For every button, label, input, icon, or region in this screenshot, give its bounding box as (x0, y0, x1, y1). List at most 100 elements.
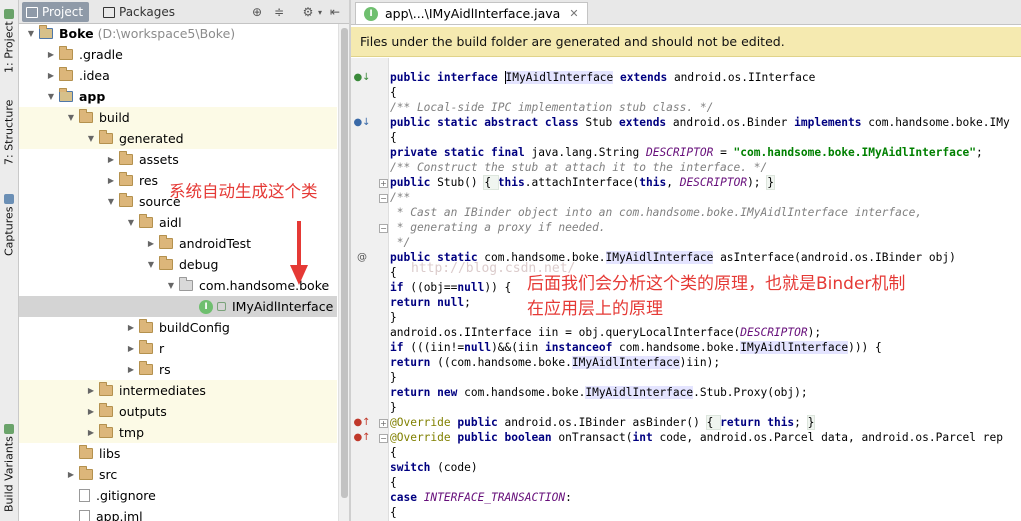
captures-tool-tab[interactable]: Captures (0, 190, 18, 260)
tree-item[interactable]: ▼ Boke (D:\workspace5\Boke) (19, 23, 337, 44)
chevron-right-icon[interactable]: ▶ (123, 338, 139, 359)
tree-item[interactable]: ▼ build (19, 107, 337, 128)
fold-toggle-icon[interactable]: + (379, 179, 388, 188)
tree-item[interactable]: ▶ r (19, 338, 337, 359)
chevron-right-icon[interactable]: ▶ (123, 317, 139, 338)
tab-packages[interactable]: Packages (99, 2, 181, 22)
folder-icon (59, 67, 73, 81)
chevron-right-icon[interactable]: ▶ (43, 65, 59, 86)
annotation-right: 后面我们会分析这个类的原理，也就是Binder机制 在应用层上的原理 (527, 272, 905, 322)
chevron-right-icon[interactable]: ▶ (143, 233, 159, 254)
tree-item[interactable]: ▶ buildConfig (19, 317, 337, 338)
code-line: * generating a proxy if needed. (390, 221, 606, 234)
chevron-right-icon[interactable]: ▶ (63, 464, 79, 485)
code-line: private static final java.lang.String DE… (390, 146, 983, 159)
tree-item-label: buildConfig (159, 320, 230, 335)
tree-item-label: .idea (79, 68, 110, 83)
tree-item-label: assets (139, 152, 179, 167)
tree-item[interactable]: ▶.gitignore (19, 485, 337, 506)
tab-project[interactable]: Project (22, 2, 90, 22)
folder-icon (79, 466, 93, 480)
code-line: return new com.handsome.boke.IMyAidlInte… (390, 386, 808, 399)
chevron-down-icon[interactable]: ▼ (123, 212, 139, 233)
code-line: * Cast an IBinder object into an com.han… (390, 206, 923, 219)
tree-item[interactable]: ▶ .gradle (19, 44, 337, 65)
code-line: if (((iin!=null)&&(iin instanceof com.ha… (390, 341, 882, 354)
tree-item[interactable]: ▶app.iml (19, 506, 337, 521)
folder-icon (159, 235, 173, 249)
chevron-right-icon[interactable]: ▶ (83, 380, 99, 401)
chevron-down-icon[interactable]: ▼ (163, 275, 179, 296)
chevron-down-icon[interactable]: ▼ (83, 128, 99, 149)
collapse-all-icon[interactable]: ≑ (270, 3, 288, 21)
chevron-down-icon[interactable]: ▼ (23, 23, 39, 44)
captures-tool-tab-label: Captures (2, 206, 16, 257)
tree-item[interactable]: ▶ src (19, 464, 337, 485)
lock-icon (217, 302, 226, 311)
tree-item[interactable]: ▶ tmp (19, 422, 337, 443)
override-marker-icon[interactable]: ●↑ (353, 431, 370, 443)
tree-item[interactable]: ▶libs (19, 443, 337, 464)
chevron-right-icon[interactable]: ▶ (83, 422, 99, 443)
code-line: public Stub() { this.attachInterface(thi… (390, 175, 775, 190)
tree-item[interactable]: ▼ app (19, 86, 337, 107)
tree-item[interactable]: ▶ intermediates (19, 380, 337, 401)
build-variants-tool-tab[interactable]: Build Variants (0, 420, 18, 516)
at-sign-icon[interactable]: @ (355, 251, 369, 263)
code-line: return null; (390, 296, 471, 309)
tree-item-label: rs (159, 362, 171, 377)
hide-panel-icon[interactable]: ⇤ (326, 3, 344, 21)
fold-toggle-icon[interactable]: − (379, 224, 388, 233)
chevron-down-icon[interactable]: ▼ (103, 191, 119, 212)
tree-item-label: outputs (119, 404, 167, 419)
editor-gutter: ●↓ ●↓ @ ●↑ ●↑ + − − + − (351, 58, 389, 521)
tree-item[interactable]: ▼ generated (19, 128, 337, 149)
code-line: { (390, 266, 397, 279)
implemented-marker-icon[interactable]: ●↓ (353, 71, 370, 83)
tree-item[interactable]: ▶ outputs (19, 401, 337, 422)
fold-toggle-icon[interactable]: + (379, 419, 388, 428)
tree-scrollbar[interactable] (338, 24, 349, 521)
chevron-right-icon[interactable]: ▶ (83, 401, 99, 422)
chevron-down-icon[interactable]: ▼ (143, 254, 159, 275)
scroll-from-source-icon[interactable]: ⊕ (248, 3, 266, 21)
tree-item[interactable]: ▶ assets (19, 149, 337, 170)
chevron-right-icon[interactable]: ▶ (123, 359, 139, 380)
folder-icon (59, 46, 73, 60)
editor-tab-bar: I app\...\IMyAidlInterface.java ✕ (351, 0, 1021, 25)
chevron-down-icon[interactable]: ▼ (63, 107, 79, 128)
code-line: } (390, 401, 397, 414)
chevron-right-icon[interactable]: ▶ (43, 44, 59, 65)
folder-icon (99, 382, 113, 396)
project-tool-tab[interactable]: 1: Project (0, 4, 18, 78)
project-panel-header: Project Packages ⊕ ≑ ⚙ ▾ ⇤ (19, 0, 349, 24)
tree-scrollbar-thumb[interactable] (341, 28, 348, 498)
folder-icon (139, 214, 153, 228)
tree-item-label: androidTest (179, 236, 252, 251)
fold-toggle-icon[interactable]: − (379, 434, 388, 443)
code-line: } (390, 371, 397, 384)
package-icon (179, 277, 193, 291)
tab-packages-label: Packages (119, 5, 175, 19)
code-line: @Override public boolean onTransact(int … (390, 431, 1003, 444)
chevron-down-icon[interactable]: ▼ (43, 86, 59, 107)
override-marker-icon[interactable]: ●↑ (353, 416, 370, 428)
chevron-right-icon[interactable]: ▶ (103, 170, 119, 191)
structure-tool-tab[interactable]: 7: Structure (0, 92, 18, 172)
tree-item[interactable]: ▶ rs (19, 359, 337, 380)
tree-item-label: IMyAidlInterface (232, 299, 334, 314)
close-icon[interactable]: ✕ (569, 7, 578, 20)
tree-item[interactable]: ▶ .idea (19, 65, 337, 86)
fold-toggle-icon[interactable]: − (379, 194, 388, 203)
file-icon (79, 510, 90, 521)
chevron-right-icon[interactable]: ▶ (103, 149, 119, 170)
code-line: { (390, 86, 397, 99)
tree-item-label: tmp (119, 425, 145, 440)
implemented-marker-icon[interactable]: ●↓ (353, 116, 370, 128)
editor-tab-imyaidlinterface[interactable]: I app\...\IMyAidlInterface.java ✕ (355, 2, 588, 24)
tree-item[interactable]: ▶IIMyAidlInterface (19, 296, 337, 317)
build-variants-tool-tab-label: Build Variants (2, 436, 16, 513)
code-line: switch (code) (390, 461, 478, 474)
android-icon (4, 8, 14, 19)
folder-icon (79, 445, 93, 459)
